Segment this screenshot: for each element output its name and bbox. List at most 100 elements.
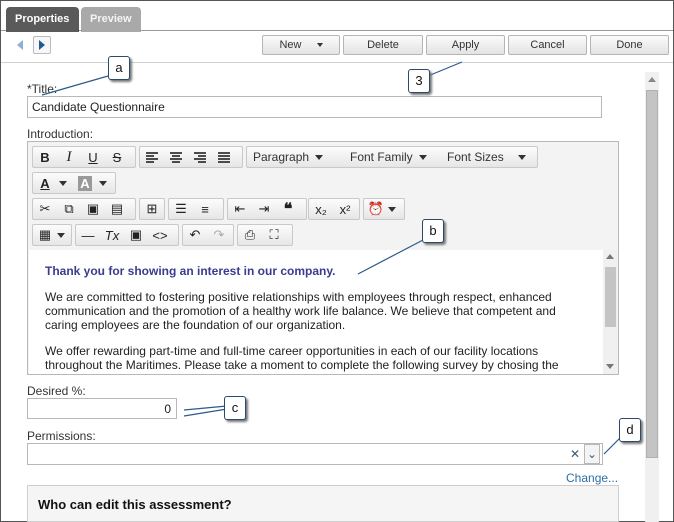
editor-scrollbar[interactable]	[603, 250, 618, 374]
color-button-group: A A	[32, 172, 116, 194]
script-button-group: x₂ x²	[308, 198, 360, 220]
align-right-icon[interactable]	[188, 147, 212, 167]
table-icon[interactable]: ▦	[33, 225, 57, 245]
numbered-list-icon[interactable]: ≡	[193, 199, 217, 219]
toolbar-divider	[1, 62, 673, 63]
superscript-icon[interactable]: x²	[333, 199, 357, 219]
copy-icon[interactable]: ⧉	[57, 199, 81, 219]
change-link[interactable]: Change...	[566, 471, 618, 485]
chevron-down-icon[interactable]	[388, 206, 396, 212]
done-button[interactable]: Done	[590, 35, 669, 55]
outdent-icon[interactable]: ⇤	[228, 199, 252, 219]
tab-properties[interactable]: Properties	[6, 7, 79, 32]
find-button-group: ⊞	[139, 198, 165, 220]
tab-bar: Properties Preview	[1, 1, 673, 32]
font-sizes-dropdown-label: Font Sizes	[447, 150, 504, 164]
background-color-icon[interactable]: A	[73, 173, 97, 193]
dropdown-group: Paragraph Font Family Font Sizes	[246, 146, 538, 168]
clear-icon[interactable]: ✕	[567, 443, 583, 465]
media-icon[interactable]: ▣	[124, 225, 148, 245]
scrollbar-thumb[interactable]	[646, 90, 658, 458]
new-button[interactable]: New	[262, 35, 340, 55]
apply-button[interactable]: Apply	[426, 35, 505, 55]
indent-button-group: ⇤ ⇥ ❝	[227, 198, 307, 220]
title-input[interactable]: Candidate Questionnaire	[27, 96, 602, 118]
bullet-list-icon[interactable]: ☰	[169, 199, 193, 219]
paste-text-icon[interactable]: ▤	[105, 199, 129, 219]
redo-icon[interactable]: ↷	[207, 225, 231, 245]
paste-icon[interactable]: ▣	[81, 199, 105, 219]
callout-a: a	[108, 56, 130, 80]
intro-heading: Thank you for showing an interest in our…	[45, 264, 336, 278]
chevron-down-icon	[315, 154, 324, 160]
rich-text-editor: B I U S Paragraph Font Family Font Sizes…	[27, 141, 619, 375]
callout-c: c	[224, 396, 246, 420]
chevron-down-icon[interactable]: ⌄	[584, 444, 600, 464]
indent-icon[interactable]: ⇥	[252, 199, 276, 219]
scroll-down-icon[interactable]	[606, 364, 614, 369]
scroll-up-icon[interactable]	[606, 254, 614, 259]
font-sizes-dropdown[interactable]: Font Sizes	[441, 147, 537, 167]
chevron-down-icon	[316, 43, 323, 48]
underline-icon[interactable]: U	[81, 147, 105, 167]
callout-d: d	[619, 418, 641, 442]
list-button-group: ☰ ≡	[168, 198, 224, 220]
subscript-icon[interactable]: x₂	[309, 199, 333, 219]
scroll-up-icon[interactable]	[648, 77, 656, 82]
format-button-group: B I U S	[32, 146, 136, 168]
paragraph-dropdown[interactable]: Paragraph	[247, 147, 344, 167]
delete-button[interactable]: Delete	[343, 35, 423, 55]
chevron-down-icon	[418, 154, 427, 160]
tab-preview[interactable]: Preview	[81, 7, 141, 32]
horizontal-rule-icon[interactable]: —	[76, 225, 100, 245]
clipboard-button-group: ✂ ⧉ ▣ ▤	[32, 198, 136, 220]
bold-icon[interactable]: B	[33, 147, 57, 167]
undo-icon[interactable]: ↶	[183, 225, 207, 245]
panel-heading: Who can edit this assessment?	[38, 497, 232, 512]
permissions-input[interactable]	[27, 443, 603, 465]
main-scrollbar[interactable]	[645, 72, 659, 522]
intro-paragraph-1: We are committed to fostering positive r…	[45, 290, 556, 332]
back-arrow-icon[interactable]	[11, 36, 29, 54]
cut-icon[interactable]: ✂	[33, 199, 57, 219]
introduction-label: Introduction:	[27, 127, 94, 141]
strikethrough-icon[interactable]: S	[105, 147, 129, 167]
edit-permissions-panel: Who can edit this assessment?	[27, 485, 619, 522]
insert-button-group: — Tx ▣ <>	[75, 224, 179, 246]
editor-content[interactable]: Thank you for showing an interest in our…	[29, 250, 603, 374]
callout-3: 3	[408, 69, 430, 93]
source-code-icon[interactable]: <>	[148, 225, 172, 245]
align-center-icon[interactable]	[164, 147, 188, 167]
clock-icon[interactable]: ⏰	[364, 199, 388, 219]
clear-format-icon[interactable]: Tx	[100, 225, 124, 245]
new-button-label: New	[279, 39, 302, 51]
print-icon[interactable]: ⎙	[238, 225, 262, 245]
history-button-group: ↶ ↷	[182, 224, 234, 246]
align-button-group	[139, 146, 243, 168]
title-label: *Title:	[27, 82, 58, 96]
cancel-button[interactable]: Cancel	[508, 35, 587, 55]
align-justify-icon[interactable]	[212, 147, 236, 167]
intro-paragraph-2: We offer rewarding part-time and full-ti…	[45, 344, 559, 372]
italic-icon[interactable]: I	[57, 147, 81, 167]
datetime-button-group: ⏰	[363, 198, 405, 220]
chevron-down-icon[interactable]	[57, 232, 65, 238]
find-replace-icon[interactable]: ⊞	[140, 199, 164, 219]
chevron-down-icon[interactable]	[59, 180, 67, 186]
forward-arrow-icon[interactable]	[33, 36, 51, 54]
fullscreen-icon[interactable]: ⛶	[262, 225, 286, 245]
table-button-group: ▦	[32, 224, 72, 246]
editor-scrollbar-thumb[interactable]	[605, 267, 616, 327]
chevron-down-icon	[517, 154, 526, 160]
font-family-dropdown[interactable]: Font Family	[344, 147, 441, 167]
misc-button-group: ⎙ ⛶	[237, 224, 293, 246]
text-color-icon[interactable]: A	[33, 173, 57, 193]
desired-percent-label: Desired %:	[27, 384, 86, 398]
desired-percent-input[interactable]: 0	[27, 398, 177, 419]
font-family-dropdown-label: Font Family	[350, 150, 413, 164]
align-left-icon[interactable]	[140, 147, 164, 167]
paragraph-dropdown-label: Paragraph	[253, 150, 310, 164]
chevron-down-icon[interactable]	[99, 180, 107, 186]
callout-b: b	[422, 219, 444, 243]
blockquote-icon[interactable]: ❝	[276, 199, 300, 219]
